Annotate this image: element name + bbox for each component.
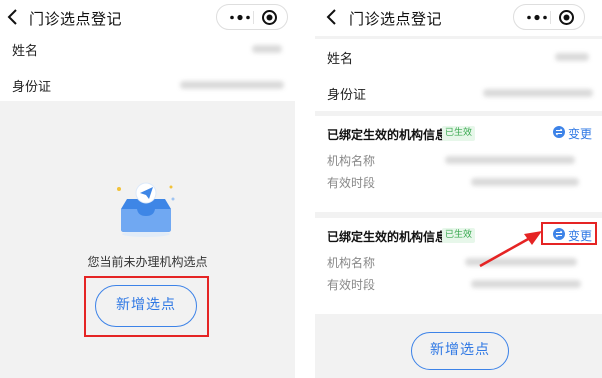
nav-bar: 门诊选点登记 xyxy=(315,0,602,36)
mini-program-capsule xyxy=(513,4,585,30)
card-title: 已绑定生效的机构信息 xyxy=(327,230,448,244)
name-label: 姓名 xyxy=(327,52,354,67)
name-label: 姓名 xyxy=(12,44,39,59)
institution-name-redacted xyxy=(445,156,575,164)
status-badge: 已生效 xyxy=(442,228,476,243)
institution-card: 已绑定生效的机构信息 已生效 变更 机构名称 有效时段 xyxy=(315,218,602,314)
id-value-redacted xyxy=(180,81,284,89)
exchange-icon xyxy=(553,126,565,138)
add-selection-button[interactable]: 新增选点 xyxy=(95,285,197,327)
id-row: 身份证 xyxy=(315,75,602,111)
screenshot-stage: 门诊选点登记 姓名 身份证 您当前未办理机构选点 新增选点 门诊选点登记 姓名 … xyxy=(0,0,602,378)
institution-card: 已绑定生效的机构信息 已生效 变更 机构名称 有效时段 xyxy=(315,116,602,212)
empty-inbox-paper-plane-icon xyxy=(117,182,175,237)
mini-program-capsule xyxy=(216,4,288,30)
status-badge: 已生效 xyxy=(442,126,476,141)
id-row: 身份证 xyxy=(0,67,295,101)
name-row: 姓名 xyxy=(315,39,602,75)
id-label: 身份证 xyxy=(12,80,52,95)
page-title: 门诊选点登记 xyxy=(29,10,123,28)
name-value-redacted xyxy=(252,45,282,53)
capsule-divider xyxy=(550,11,551,24)
back-chevron-icon[interactable] xyxy=(325,7,339,27)
capsule-divider xyxy=(253,11,254,24)
back-chevron-icon[interactable] xyxy=(6,7,20,27)
name-value-redacted xyxy=(555,53,589,61)
change-label: 变更 xyxy=(568,229,593,243)
target-circle-icon[interactable] xyxy=(558,9,575,26)
valid-period-redacted xyxy=(471,280,581,288)
page-title: 门诊选点登记 xyxy=(349,10,443,28)
add-selection-button[interactable]: 新增选点 xyxy=(411,332,509,370)
target-circle-icon[interactable] xyxy=(261,9,278,26)
change-label: 变更 xyxy=(568,127,593,141)
field-institution-name: 机构名称 xyxy=(327,154,376,168)
phone-empty-state: 门诊选点登记 姓名 身份证 您当前未办理机构选点 新增选点 xyxy=(0,0,295,378)
field-valid-period: 有效时段 xyxy=(327,176,376,190)
valid-period-redacted xyxy=(471,178,579,186)
exchange-icon xyxy=(553,228,565,240)
empty-state-text: 您当前未办理机构选点 xyxy=(87,255,208,269)
more-dots-icon[interactable] xyxy=(227,9,253,26)
id-label: 身份证 xyxy=(327,88,367,103)
name-row: 姓名 xyxy=(0,31,295,67)
field-valid-period: 有效时段 xyxy=(327,278,376,292)
field-institution-name: 机构名称 xyxy=(327,256,376,270)
card-title: 已绑定生效的机构信息 xyxy=(327,128,448,142)
id-value-redacted xyxy=(483,89,593,97)
pointer-arrow-icon xyxy=(479,231,542,268)
phone-bound-state: 门诊选点登记 姓名 身份证 已绑定生效的机构信息 已生效 变更 机构名称 有效时… xyxy=(315,0,602,378)
more-dots-icon[interactable] xyxy=(524,9,550,26)
